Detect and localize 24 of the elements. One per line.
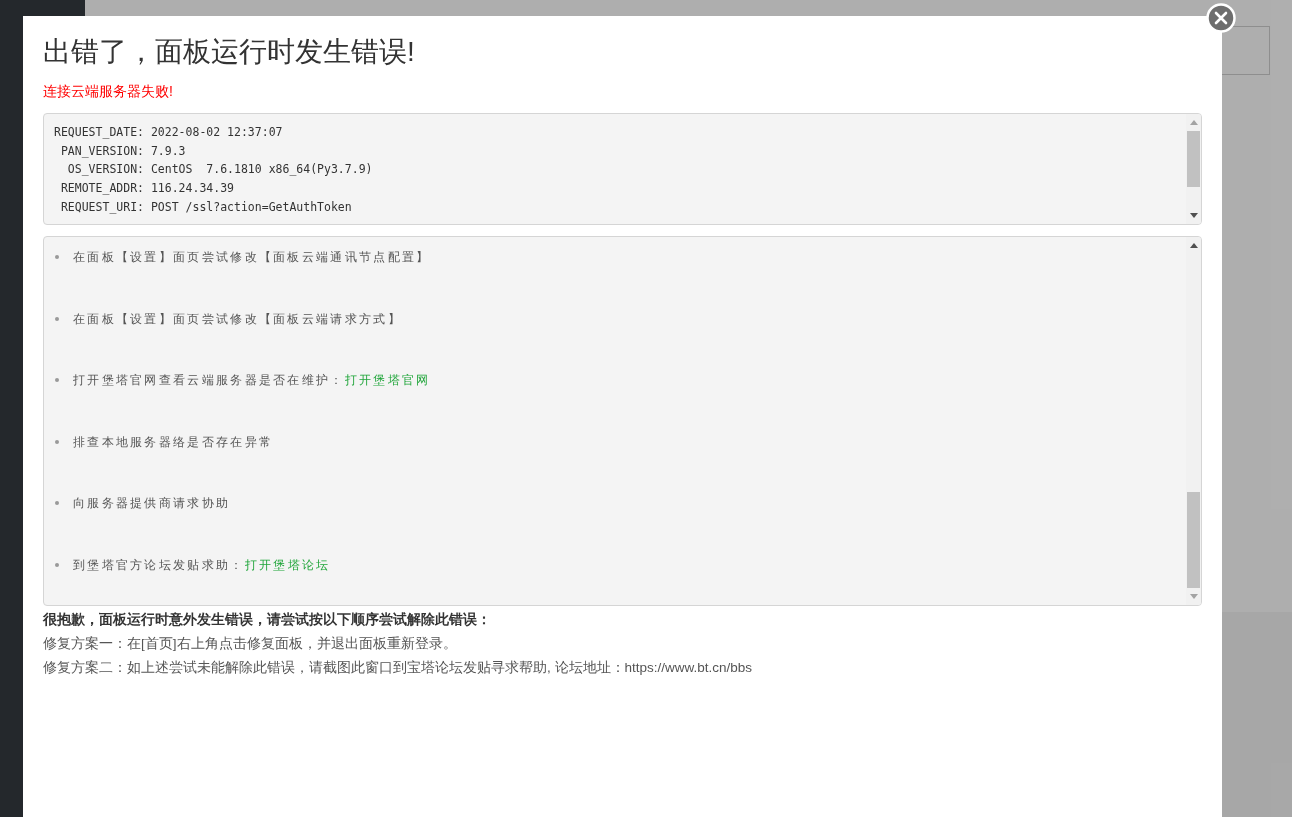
- error-message: 连接云端服务器失败!: [43, 82, 174, 100]
- fix-text: 修复方案二：如上述尝试未能解除此错误，请截图此窗口到宝塔论坛发贴寻求帮助, 论坛地址：https://www.bt.cn/bbs: [43, 659, 754, 677]
- request-detail-line: OS_VERSION: CentOS 7.6.1810 x86_64(Py3.7.9): [66, 161, 374, 179]
- suggestion-link[interactable]: 打开堡塔官网: [344, 371, 431, 389]
- suggestion-text: 向服务器提供商请求协助: [73, 495, 231, 512]
- suggestion-text: 在面板【设置】面页尝试修改【面板云端通讯节点配置】: [73, 249, 431, 266]
- scroll-down-icon[interactable]: [1189, 213, 1198, 218]
- dialog-title: 出错了，面板运行时发生错误!: [43, 35, 416, 69]
- suggestion-text: 在面板【设置】面页尝试修改【面板云端请求方式】: [73, 310, 402, 328]
- request-detail-line: REMOTE_ADDR: 116.24.34.39: [59, 180, 235, 198]
- suggestion-link[interactable]: 打开堡塔论坛: [244, 555, 331, 574]
- suggestion-text: 打开堡塔官网查看云端服务器是否在维护：: [73, 372, 345, 389]
- fix-text: 修复方案一：在[首页]右上角点击修复面板，并退出面板重新登录。: [43, 635, 458, 653]
- scroll-thumb[interactable]: [1187, 492, 1200, 588]
- apology-text: 很抱歉，面板运行时意外发生错误，请尝试按以下顺序尝试解除此错误：: [43, 611, 492, 629]
- scroll-thumb[interactable]: [1187, 131, 1200, 187]
- suggestion-text: 排查本地服务器络是否存在异常: [73, 433, 274, 451]
- suggestion-text: 到堡塔官方论坛发贴求助：: [73, 556, 245, 574]
- scrollbar[interactable]: [1186, 114, 1201, 224]
- request-detail-line: REQUEST_DATE: 2022-08-02 12:37:07: [54, 124, 284, 141]
- request-detail-line: PAN_VERSION: 7.9.3: [59, 142, 187, 160]
- scroll-up-icon[interactable]: [1189, 243, 1198, 248]
- request-detail-line: REQUEST_URI: POST /ssl?action=GetAuthToken: [59, 198, 353, 216]
- scrollbar[interactable]: [1186, 237, 1201, 605]
